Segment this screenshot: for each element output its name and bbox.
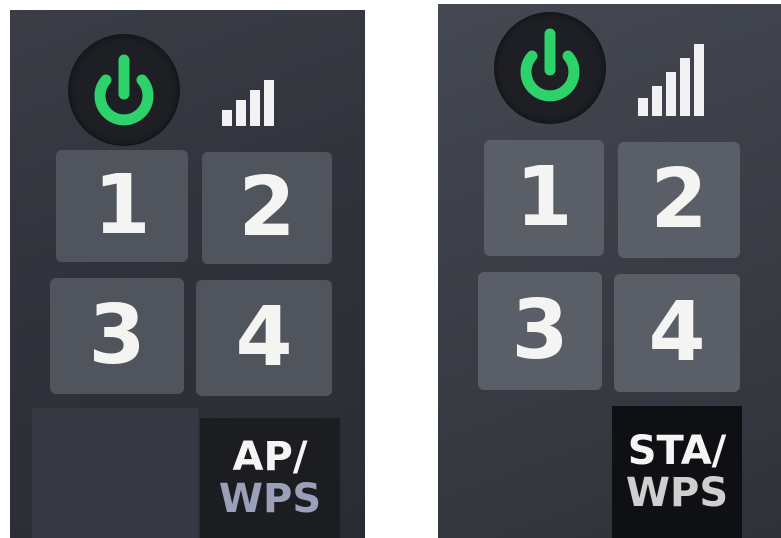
key-3[interactable]: 3 <box>478 272 602 390</box>
mode-label-top: STA/ <box>627 428 727 474</box>
sta-wps-button[interactable]: STA/ WPS <box>612 406 742 538</box>
power-icon <box>520 28 580 102</box>
key-1[interactable]: 1 <box>484 140 604 256</box>
signal-bars-icon <box>220 80 276 126</box>
ap-wps-button[interactable]: AP/ WPS <box>200 418 340 538</box>
key-2[interactable]: 2 <box>618 142 740 258</box>
power-button[interactable] <box>494 12 606 124</box>
signal-bars-icon <box>636 44 708 116</box>
key-1-label: 1 <box>515 150 573 245</box>
key-2-label: 2 <box>650 152 708 247</box>
power-icon <box>94 54 154 126</box>
key-3-label: 3 <box>511 283 569 378</box>
key-3[interactable]: 3 <box>50 278 184 394</box>
key-2[interactable]: 2 <box>202 152 332 264</box>
key-4[interactable]: 4 <box>196 280 332 396</box>
power-button[interactable] <box>68 34 180 146</box>
key-1-label: 1 <box>93 158 151 253</box>
key-3-label: 3 <box>88 288 146 383</box>
right-device-panel: 1 2 3 4 STA/ WPS <box>438 4 781 538</box>
key-4-label: 4 <box>235 290 293 385</box>
mode-label-top: AP/ <box>232 434 308 480</box>
key-4-label: 4 <box>648 285 706 380</box>
key-4[interactable]: 4 <box>614 274 740 392</box>
mode-label-bottom: WPS <box>218 476 322 522</box>
blank-pad <box>32 408 198 538</box>
left-device-panel: 1 2 3 4 AP/ WPS <box>10 10 365 538</box>
mode-label-bottom: WPS <box>625 470 729 516</box>
key-1[interactable]: 1 <box>56 150 188 262</box>
key-2-label: 2 <box>238 160 296 255</box>
